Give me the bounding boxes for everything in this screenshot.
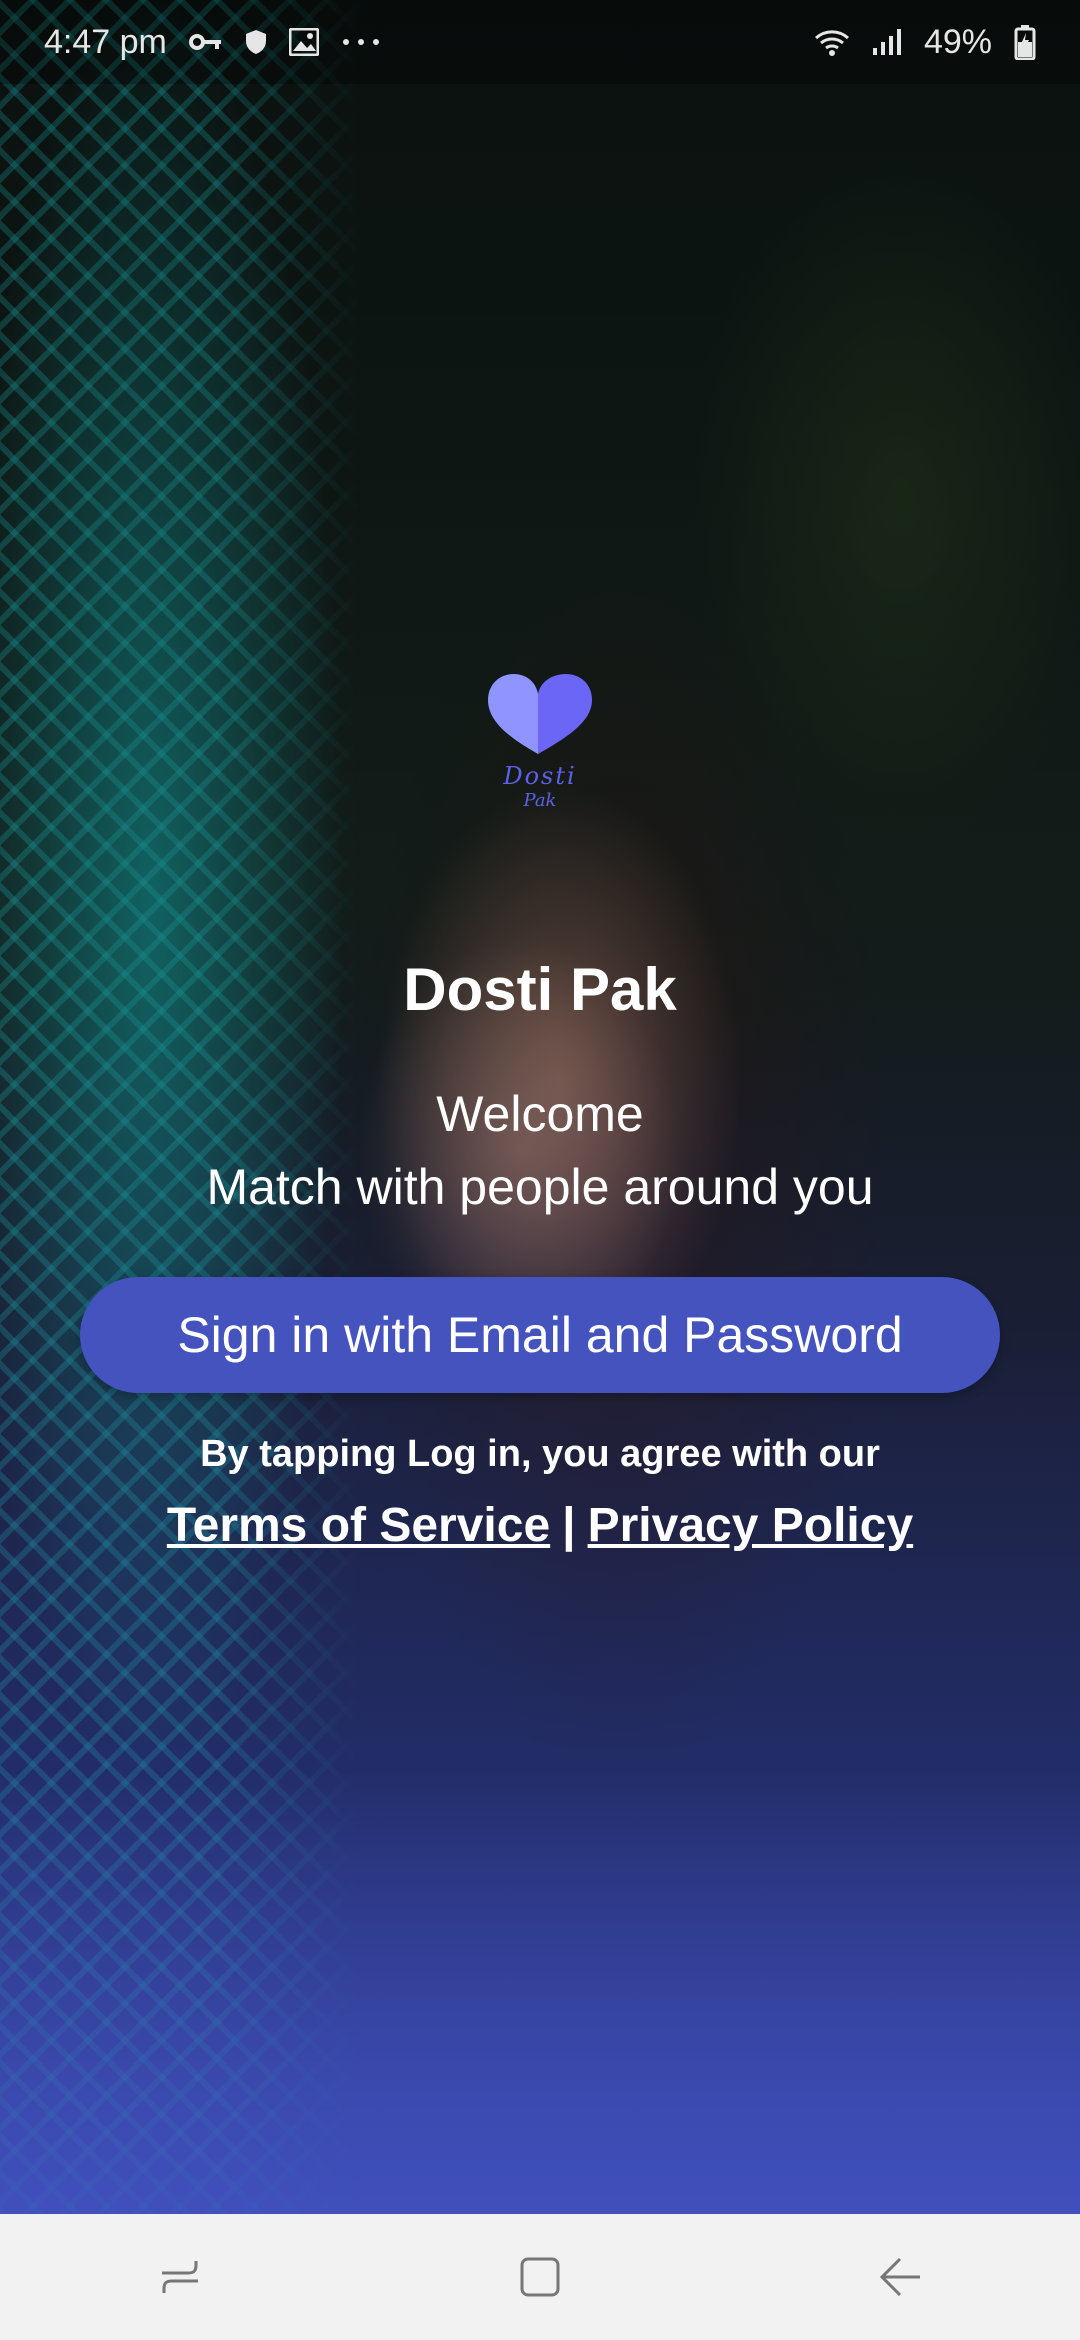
- recent-apps-button[interactable]: [120, 2227, 240, 2327]
- agree-text: By tapping Log in, you agree with our: [200, 1433, 880, 1475]
- legal-separator: |: [562, 1499, 576, 1552]
- status-left: 4:47 pm: [44, 23, 381, 62]
- recent-apps-icon: [162, 2261, 198, 2293]
- terms-of-service-link[interactable]: Terms of Service: [167, 1499, 550, 1552]
- shield-icon: [245, 29, 267, 55]
- battery-percent: 49%: [923, 22, 992, 61]
- more-dots-icon: [341, 37, 381, 47]
- home-icon: [520, 2257, 560, 2297]
- wifi-icon: [814, 28, 850, 56]
- status-time: 4:47 pm: [44, 22, 167, 61]
- welcome-text: Welcome: [436, 1086, 644, 1142]
- navigation-bar: [0, 2214, 1080, 2340]
- logo-text-pak: Pak: [523, 790, 557, 811]
- back-icon: [879, 2257, 920, 2297]
- vpn-key-icon: [188, 32, 223, 52]
- image-icon: [288, 28, 319, 56]
- status-right: 49%: [814, 23, 1036, 62]
- heart-logo-icon: [488, 674, 592, 754]
- app-title: Dosti Pak: [403, 956, 677, 1023]
- signal-icon: [872, 28, 902, 56]
- tagline-text: Match with people around you: [206, 1159, 874, 1215]
- privacy-policy-link[interactable]: Privacy Policy: [588, 1499, 914, 1552]
- app-logo: Dosti Pak: [480, 670, 600, 820]
- signin-email-button[interactable]: Sign in with Email and Password: [80, 1277, 1000, 1393]
- status-bar: 4:47 pm 49%: [0, 0, 1080, 84]
- battery-charging-icon: [1014, 24, 1036, 60]
- logo-text-dosti: Dosti: [503, 762, 577, 790]
- home-button[interactable]: [480, 2227, 600, 2327]
- legal-links: Terms of Service | Privacy Policy: [0, 1498, 1080, 1553]
- back-button[interactable]: [840, 2227, 960, 2327]
